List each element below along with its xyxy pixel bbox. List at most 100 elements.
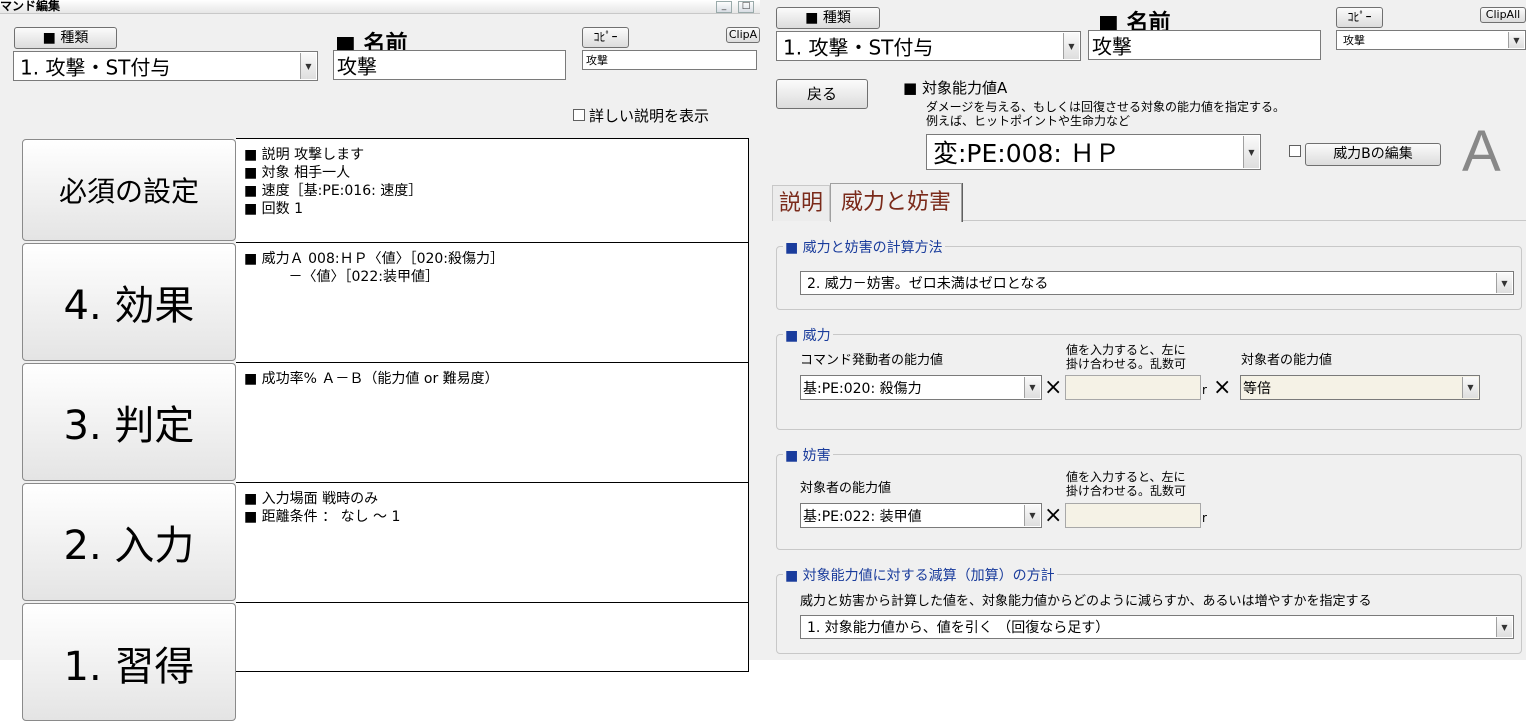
section-required-button[interactable]: 必須の設定 bbox=[22, 139, 236, 241]
group-title: ■ 対象能力値に対する減算（加算）の方計 bbox=[783, 565, 1057, 585]
target-stat-label: 対象者の能力値 bbox=[800, 481, 892, 496]
detail-checkbox[interactable] bbox=[573, 109, 585, 121]
target-multiplier-select-value: 等倍 bbox=[1243, 380, 1271, 397]
section-label: 2. 入力 bbox=[63, 523, 195, 569]
section-judge-button[interactable]: 3. 判定 bbox=[22, 363, 236, 481]
target-stat-label: 対象者の能力値 bbox=[1241, 353, 1333, 368]
window-title: マンド編集 bbox=[0, 0, 61, 13]
section-required-summary: ■ 説明 攻撃します ■ 対象 相手一人 ■ 速度［基:PE:016: 速度］ … bbox=[236, 138, 749, 243]
calc-method-group: ■ 威力と妨害の計算方法 2. 威力－妨害。ゼロ未満はゼロとなる ▼ bbox=[776, 237, 1522, 310]
name-field[interactable]: 攻撃 bbox=[333, 50, 566, 80]
group-title: ■ 妨害 bbox=[783, 445, 833, 465]
multiplier-hint: 掛け合わせる。乱数可 bbox=[1066, 357, 1187, 371]
section-label: 3. 判定 bbox=[63, 403, 195, 449]
section-label: 1. 習得 bbox=[63, 644, 195, 690]
group-title: ■ 威力と妨害の計算方法 bbox=[783, 237, 945, 257]
copy-field[interactable]: 攻撃 bbox=[582, 50, 757, 70]
detail-checkbox-label: 詳しい説明を表示 bbox=[589, 107, 710, 125]
section-learn-summary bbox=[236, 602, 749, 672]
name-field[interactable]: 攻撃 bbox=[1088, 30, 1321, 60]
name-field-value: 攻撃 bbox=[337, 54, 377, 79]
minimize-button[interactable]: _ bbox=[716, 1, 732, 13]
summary-line: ■ 距離条件 ： なし ～ 1 bbox=[244, 509, 401, 525]
copy-select-value: 攻撃 bbox=[1343, 34, 1365, 47]
section-input-button[interactable]: 2. 入力 bbox=[22, 483, 236, 601]
title-bar: マンド編集 _ □ bbox=[0, 0, 760, 14]
section-effect-summary: ■ 威力Ａ 008:ＨＰ〈値〉［020:殺傷力］ －〈値〉［022:装甲値］ bbox=[236, 242, 749, 363]
defense-group: ■ 妨害 対象者の能力値 値を入力すると、左に 掛け合わせる。乱数可 基:PE:… bbox=[776, 445, 1522, 550]
command-editor-window: マンド編集 _ □ ■ 種類 1. 攻撃・ST付与 ▼ ■ 名前 攻撃 ｺﾋﾟｰ… bbox=[0, 0, 760, 721]
multiply-icon: × bbox=[1044, 375, 1063, 400]
section-label: 4. 効果 bbox=[63, 283, 195, 329]
clipall-button[interactable]: ClipAll bbox=[1480, 7, 1526, 23]
chevron-down-icon[interactable]: ▼ bbox=[1024, 505, 1040, 526]
reduction-policy-select-value: 1. 対象能力値から、値を引く （回復なら足す） bbox=[807, 620, 1110, 636]
type-button[interactable]: ■ 種類 bbox=[776, 7, 880, 29]
chevron-down-icon[interactable]: ▼ bbox=[300, 53, 316, 79]
type-select[interactable]: 1. 攻撃・ST付与 ▼ bbox=[13, 51, 318, 81]
target-stat-select[interactable]: 変:PE:008: ＨＰ ▼ bbox=[926, 134, 1261, 170]
back-button[interactable]: 戻る bbox=[776, 79, 868, 109]
defense-stat-select[interactable]: 基:PE:022: 装甲値 ▼ bbox=[800, 503, 1042, 528]
caster-stat-label: コマンド発動者の能力値 bbox=[800, 353, 944, 368]
caster-stat-select-value: 基:PE:020: 殺傷力 bbox=[803, 380, 922, 397]
chevron-down-icon[interactable]: ▼ bbox=[1063, 33, 1079, 59]
calc-method-select-value: 2. 威力－妨害。ゼロ未満はゼロとなる bbox=[807, 276, 1049, 292]
chevron-down-icon[interactable]: ▼ bbox=[1496, 273, 1512, 293]
section-label: 必須の設定 bbox=[58, 175, 199, 208]
target-stat-select-value: 変:PE:008: ＨＰ bbox=[933, 139, 1120, 168]
random-marker: r bbox=[1202, 383, 1207, 397]
power-editor-window: ■ 種類 1. 攻撃・ST付与 ▼ ■ 名前 攻撃 ｺﾋﾟｰ ClipAll 攻… bbox=[760, 0, 1526, 660]
name-field-value: 攻撃 bbox=[1092, 34, 1132, 59]
summary-line: －〈値〉［022:装甲値］ bbox=[244, 269, 439, 285]
summary-line: ■ 速度［基:PE:016: 速度］ bbox=[244, 183, 423, 199]
section-input-summary: ■ 入力場面 戦時のみ ■ 距離条件 ： なし ～ 1 bbox=[236, 482, 749, 603]
power-group: ■ 威力 コマンド発動者の能力値 値を入力すると、左に 掛け合わせる。乱数可 対… bbox=[776, 325, 1522, 430]
type-select[interactable]: 1. 攻撃・ST付与 ▼ bbox=[776, 31, 1081, 61]
tab-power-defense[interactable]: 威力と妨害 bbox=[830, 183, 962, 222]
type-button[interactable]: ■ 種類 bbox=[14, 27, 117, 49]
edit-power-b-button[interactable]: 威力Bの編集 bbox=[1305, 143, 1441, 166]
target-stat-label: ■ 対象能力値A bbox=[903, 79, 1008, 97]
target-multiplier-select[interactable]: 等倍 ▼ bbox=[1240, 375, 1480, 400]
group-title: ■ 威力 bbox=[783, 325, 833, 345]
summary-line: ■ 対象 相手一人 bbox=[244, 165, 351, 181]
caster-stat-select[interactable]: 基:PE:020: 殺傷力 ▼ bbox=[800, 375, 1042, 400]
tab-description[interactable]: 説明 bbox=[772, 185, 830, 221]
multiplier-hint: 掛け合わせる。乱数可 bbox=[1066, 484, 1187, 498]
edit-b-checkbox[interactable] bbox=[1289, 145, 1301, 157]
copy-button[interactable]: ｺﾋﾟｰ bbox=[582, 27, 629, 48]
section-judge-summary: ■ 成功率% Ａ－Ｂ（能力値 or 難易度） bbox=[236, 362, 749, 483]
chevron-down-icon[interactable]: ▼ bbox=[1496, 617, 1512, 637]
section-learn-button[interactable]: 1. 習得 bbox=[22, 603, 236, 721]
chevron-down-icon[interactable]: ▼ bbox=[1462, 377, 1478, 398]
type-select-value: 1. 攻撃・ST付与 bbox=[783, 35, 934, 60]
target-stat-desc: ダメージを与える、もしくは回復させる対象の能力値を指定する。 bbox=[926, 100, 1286, 114]
copy-field-value: 攻撃 bbox=[586, 54, 608, 67]
summary-line: ■ 威力Ａ 008:ＨＰ〈値〉［020:殺傷力］ bbox=[244, 251, 505, 267]
target-stat-example: 例えば、ヒットポイントや生命力など bbox=[926, 114, 1131, 128]
chevron-down-icon[interactable]: ▼ bbox=[1508, 32, 1524, 48]
reduction-policy-select[interactable]: 1. 対象能力値から、値を引く （回復なら足す） ▼ bbox=[800, 615, 1514, 639]
power-letter: A bbox=[1462, 119, 1501, 184]
reduction-policy-group: ■ 対象能力値に対する減算（加算）の方計 威力と妨害から計算した値を、対象能力値… bbox=[776, 565, 1522, 654]
defense-stat-select-value: 基:PE:022: 装甲値 bbox=[803, 508, 922, 525]
restore-button[interactable]: □ bbox=[738, 1, 754, 13]
multiply-icon: × bbox=[1044, 503, 1063, 528]
summary-line: ■ 成功率% Ａ－Ｂ（能力値 or 難易度） bbox=[244, 371, 499, 387]
clipall-button[interactable]: ClipA bbox=[726, 27, 760, 43]
chevron-down-icon[interactable]: ▼ bbox=[1243, 136, 1259, 168]
chevron-down-icon[interactable]: ▼ bbox=[1024, 377, 1040, 398]
power-multiplier-input[interactable] bbox=[1065, 375, 1201, 400]
copy-select[interactable]: 攻撃 ▼ bbox=[1336, 30, 1526, 50]
defense-multiplier-input[interactable] bbox=[1065, 503, 1201, 528]
summary-line: ■ 入力場面 戦時のみ bbox=[244, 491, 379, 507]
summary-line: ■ 説明 攻撃します bbox=[244, 147, 365, 163]
random-marker: r bbox=[1202, 511, 1207, 525]
type-select-value: 1. 攻撃・ST付与 bbox=[20, 55, 171, 80]
calc-method-select[interactable]: 2. 威力－妨害。ゼロ未満はゼロとなる ▼ bbox=[800, 271, 1514, 295]
copy-button[interactable]: ｺﾋﾟｰ bbox=[1336, 7, 1383, 28]
policy-desc: 威力と妨害から計算した値を、対象能力値からどのように減らすか、あるいは増やすかを… bbox=[800, 594, 1372, 609]
multiplier-hint: 値を入力すると、左に bbox=[1066, 343, 1186, 357]
section-effect-button[interactable]: 4. 効果 bbox=[22, 243, 236, 361]
